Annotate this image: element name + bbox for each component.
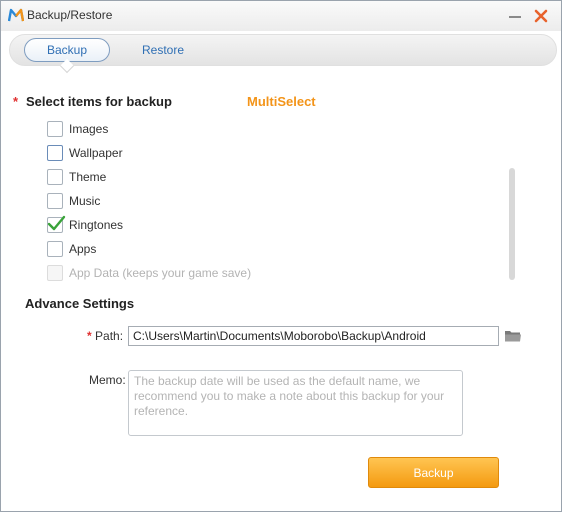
apps-checkbox[interactable] <box>47 241 63 257</box>
item-music[interactable]: Music <box>47 189 347 213</box>
item-label: Apps <box>69 242 97 256</box>
path-label-text: Path: <box>95 329 124 343</box>
item-label: Music <box>69 194 101 208</box>
path-label: * Path: <box>87 329 123 343</box>
wallpaper-checkbox[interactable] <box>47 145 63 161</box>
backup-panel: * Select items for backup MultiSelect Im… <box>1 67 561 511</box>
select-items-title: Select items for backup <box>26 94 172 109</box>
advance-settings-title: Advance Settings <box>25 296 135 311</box>
item-wallpaper[interactable]: Wallpaper <box>47 141 347 165</box>
folder-icon[interactable] <box>504 329 522 343</box>
close-icon[interactable] <box>531 6 551 26</box>
memo-label: Memo: <box>89 373 126 387</box>
window-title: Backup/Restore <box>27 8 113 22</box>
moborobo-logo-icon <box>8 8 24 22</box>
backup-restore-window: Backup/Restore Backup Restore * Select i… <box>0 0 562 512</box>
theme-checkbox[interactable] <box>47 169 63 185</box>
music-checkbox[interactable] <box>47 193 63 209</box>
minimize-icon[interactable] <box>505 7 525 25</box>
item-label: Ringtones <box>69 218 124 232</box>
app-data-checkbox <box>47 265 63 281</box>
checkmark-icon <box>47 215 66 231</box>
backup-button[interactable]: Backup <box>368 457 499 488</box>
images-checkbox[interactable] <box>47 121 63 137</box>
memo-field[interactable] <box>128 370 463 436</box>
multiselect-link[interactable]: MultiSelect <box>247 94 316 109</box>
ringtones-checkbox[interactable] <box>47 215 66 233</box>
item-label: App Data (keeps your game save) <box>69 266 252 280</box>
item-images[interactable]: Images <box>47 117 347 141</box>
backup-item-list: Images Wallpaper Theme Music Ringtones A… <box>47 117 347 285</box>
required-marker: * <box>13 94 19 109</box>
item-apps[interactable]: Apps <box>47 237 347 261</box>
item-theme[interactable]: Theme <box>47 165 347 189</box>
tab-restore[interactable]: Restore <box>126 38 200 62</box>
item-ringtones[interactable]: Ringtones <box>47 213 347 237</box>
item-label: Images <box>69 122 109 136</box>
required-marker: * <box>87 329 92 343</box>
item-app-data: App Data (keeps your game save) <box>47 261 347 285</box>
tab-bar: Backup Restore <box>9 34 557 74</box>
path-field[interactable] <box>128 326 499 346</box>
item-list-scrollbar[interactable] <box>509 168 515 280</box>
item-label: Theme <box>69 170 107 184</box>
title-bar[interactable]: Backup/Restore <box>1 1 561 31</box>
item-label: Wallpaper <box>69 146 123 160</box>
